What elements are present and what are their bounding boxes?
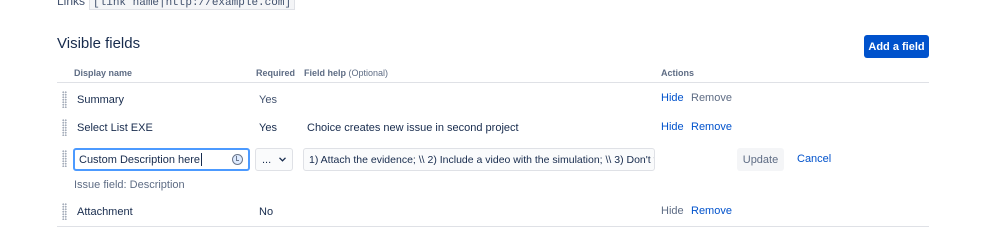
- row-select-list-hide-link[interactable]: Hide: [661, 121, 684, 133]
- chevron-down-icon: [279, 157, 286, 162]
- row-select-list-remove-link[interactable]: Remove: [691, 121, 732, 133]
- add-field-button[interactable]: Add a field: [864, 35, 929, 58]
- table-bottom-divider: [57, 226, 929, 227]
- row-attachment-hide-link[interactable]: Hide: [661, 205, 684, 217]
- drag-handle-icon[interactable]: [62, 119, 67, 136]
- links-hint-code: [link name|http://example.com]: [89, 0, 296, 10]
- row-attachment-required: No: [259, 206, 274, 218]
- row-summary-remove-link[interactable]: Remove: [691, 92, 732, 104]
- required-select[interactable]: ...: [255, 148, 293, 171]
- display-name-input[interactable]: Custom Description here: [73, 148, 250, 171]
- links-hint-label: Links: [57, 0, 86, 8]
- field-help-label: Field help: [304, 68, 347, 78]
- display-name-input-value: Custom Description here: [79, 153, 201, 166]
- cancel-link[interactable]: Cancel: [797, 153, 831, 165]
- required-select-value: ...: [262, 153, 272, 166]
- column-header-field-help: Field help (Optional): [304, 68, 388, 78]
- row-attachment-name: Attachment: [77, 206, 133, 218]
- row-attachment-remove-link[interactable]: Remove: [691, 205, 732, 217]
- row-select-list-help: Choice creates new issue in second proje…: [307, 122, 519, 134]
- drag-handle-icon[interactable]: [62, 203, 67, 220]
- field-help-optional: (Optional): [348, 68, 389, 78]
- update-button[interactable]: Update: [737, 148, 784, 171]
- autofill-icon[interactable]: [232, 154, 243, 165]
- row-select-list-name: Select List EXE: [77, 122, 153, 134]
- column-header-actions: Actions: [661, 68, 695, 78]
- column-header-required: Required: [256, 68, 296, 78]
- field-help-input[interactable]: 1) Attach the evidence; \\ 2) Include a …: [303, 148, 655, 171]
- links-hint: Links [link name|http://example.com]: [57, 0, 296, 10]
- drag-handle-icon[interactable]: [62, 91, 67, 108]
- field-help-input-value: 1) Attach the evidence; \\ 2) Include a …: [309, 153, 655, 166]
- column-header-display-name: Display name: [74, 68, 133, 78]
- issue-field-label: Issue field: Description: [74, 179, 185, 191]
- drag-handle-icon[interactable]: [62, 150, 67, 167]
- row-summary-required: Yes: [259, 94, 277, 106]
- row-select-list-required: Yes: [259, 122, 277, 134]
- header-divider: [57, 82, 929, 83]
- section-title: Visible fields: [57, 35, 141, 52]
- text-caret: [201, 153, 203, 166]
- row-summary-hide-link[interactable]: Hide: [661, 92, 684, 104]
- row-summary-name: Summary: [77, 94, 125, 106]
